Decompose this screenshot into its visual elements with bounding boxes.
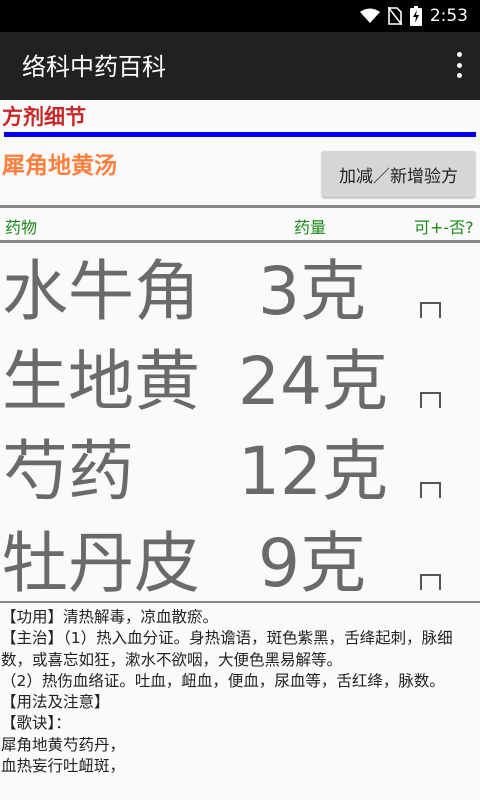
description-line: 【歌诀】： [1, 714, 71, 733]
wifi-icon [359, 8, 380, 23]
divider-blue [4, 132, 476, 137]
herb-dose: 24克 [238, 343, 388, 420]
herb-dose: 3克 [258, 253, 366, 330]
section-title: 方剂细节 [2, 105, 86, 129]
divider-top [0, 205, 480, 208]
herb-checkbox[interactable] [420, 574, 441, 590]
overflow-menu-icon[interactable] [452, 50, 466, 80]
formula-description: 【功用】清热解毒，凉血散瘀。 【主治】（1）热入血分证。身热谵语，斑色紫黑，舌绛… [0, 607, 480, 800]
status-time: 2:53 [429, 6, 468, 26]
app-bar: 络科中药百科 [0, 32, 480, 100]
formula-name: 犀角地黄汤 [2, 153, 117, 179]
divider-header [0, 240, 480, 243]
herb-dose: 9克 [258, 525, 366, 602]
app-title: 络科中药百科 [22, 53, 166, 81]
column-header-herb: 药物 [5, 218, 38, 237]
description-line: 犀角地黄芍药丹， [1, 735, 126, 754]
status-bar: 2:53 [0, 0, 480, 32]
description-line: 【主治】（1）热入血分证。身热谵语，斑色紫黑，舌绛起刺，脉细数，或喜忘如狂，漱水… [1, 629, 453, 669]
herb-row: 芍药 12克 [0, 432, 480, 522]
herb-checkbox[interactable] [420, 482, 441, 498]
herb-checkbox[interactable] [420, 302, 441, 318]
column-header-dose: 药量 [294, 218, 327, 237]
herb-row: 生地黄 24克 [0, 342, 480, 432]
herb-name: 牡丹皮 [2, 525, 200, 602]
description-line: 血热妄行吐衄斑， [1, 757, 126, 776]
divider-bottom [0, 601, 480, 603]
herb-name: 生地黄 [2, 343, 200, 420]
herb-name: 芍药 [2, 433, 134, 510]
herb-dose: 12克 [238, 433, 388, 510]
status-icons: 2:53 [359, 0, 468, 32]
herb-name: 水牛角 [2, 253, 200, 330]
description-line: 【用法及注意】 [1, 693, 110, 712]
herb-checkbox[interactable] [420, 392, 441, 408]
column-header-optional: 可+-否? [414, 218, 474, 237]
herb-row: 水牛角 3克 [0, 252, 480, 342]
no-sim-icon [387, 7, 402, 25]
modify-formula-button[interactable]: 加减／新增验方 [322, 151, 475, 197]
description-line: （2）热伤血络证。吐血，衄血，便血，尿血等，舌红绛，脉数。 [1, 671, 445, 690]
battery-charging-icon [409, 6, 422, 26]
description-line: 【功用】清热解毒，凉血散瘀。 [1, 608, 219, 626]
